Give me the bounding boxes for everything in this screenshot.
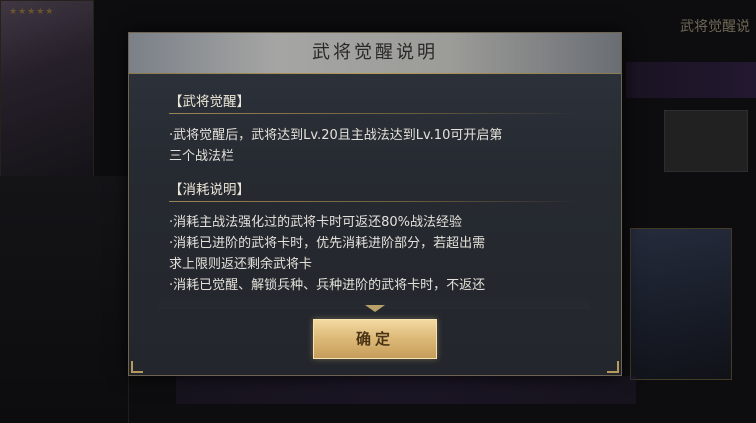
background-bottom-strip: [176, 376, 636, 404]
section-heading-consumption: 【消耗说明】: [169, 182, 250, 198]
section-heading-awakening: 【武将觉醒】: [169, 94, 250, 110]
dialog-header: 武将觉醒说明: [129, 33, 621, 74]
corner-ornament-icon: [131, 361, 143, 373]
text-line: ·消耗主战法强化过的武将卡时可返还80%战法经验: [169, 215, 463, 230]
text-line: 三个战法栏: [169, 149, 235, 164]
header-divider: [153, 73, 597, 74]
corner-ornament-icon: [607, 361, 619, 373]
dialog-title: 武将觉醒说明: [312, 42, 438, 63]
hero-stars: ★★★★★: [9, 7, 55, 17]
background-right-banner: [626, 62, 756, 98]
background-right-title: 武将觉醒说: [680, 19, 750, 35]
consumption-description: ·消耗主战法强化过的武将卡时可返还80%战法经验 ·消耗已进阶的武将卡时，优先消…: [169, 212, 589, 296]
section-divider: [169, 113, 579, 114]
background-right-button: [664, 110, 748, 172]
background-left-panel: [0, 176, 129, 423]
confirm-button[interactable]: 确定: [313, 319, 437, 359]
awakening-info-dialog: 武将觉醒说明 【武将觉醒】 ·武将觉醒后，武将达到Lv.20且主战法达到Lv.1…: [128, 32, 622, 376]
text-line: 求上限则返还剩余武将卡: [169, 257, 313, 272]
text-line: ·武将觉醒后，武将达到Lv.20且主战法达到Lv.10可开启第: [169, 128, 503, 143]
background-hero-card: ★★★★★: [0, 0, 94, 180]
scroll-down-icon: [365, 305, 385, 312]
text-line: ·消耗已觉醒、解锁兵种、兵种进阶的武将卡时，不返还: [169, 278, 486, 293]
section-divider: [169, 201, 579, 202]
text-line: ·消耗已进阶的武将卡时，优先消耗进阶部分，若超出需: [169, 236, 486, 251]
background-hero-card-right: [630, 228, 732, 380]
awakening-description: ·武将觉醒后，武将达到Lv.20且主战法达到Lv.10可开启第 三个战法栏: [169, 125, 589, 167]
